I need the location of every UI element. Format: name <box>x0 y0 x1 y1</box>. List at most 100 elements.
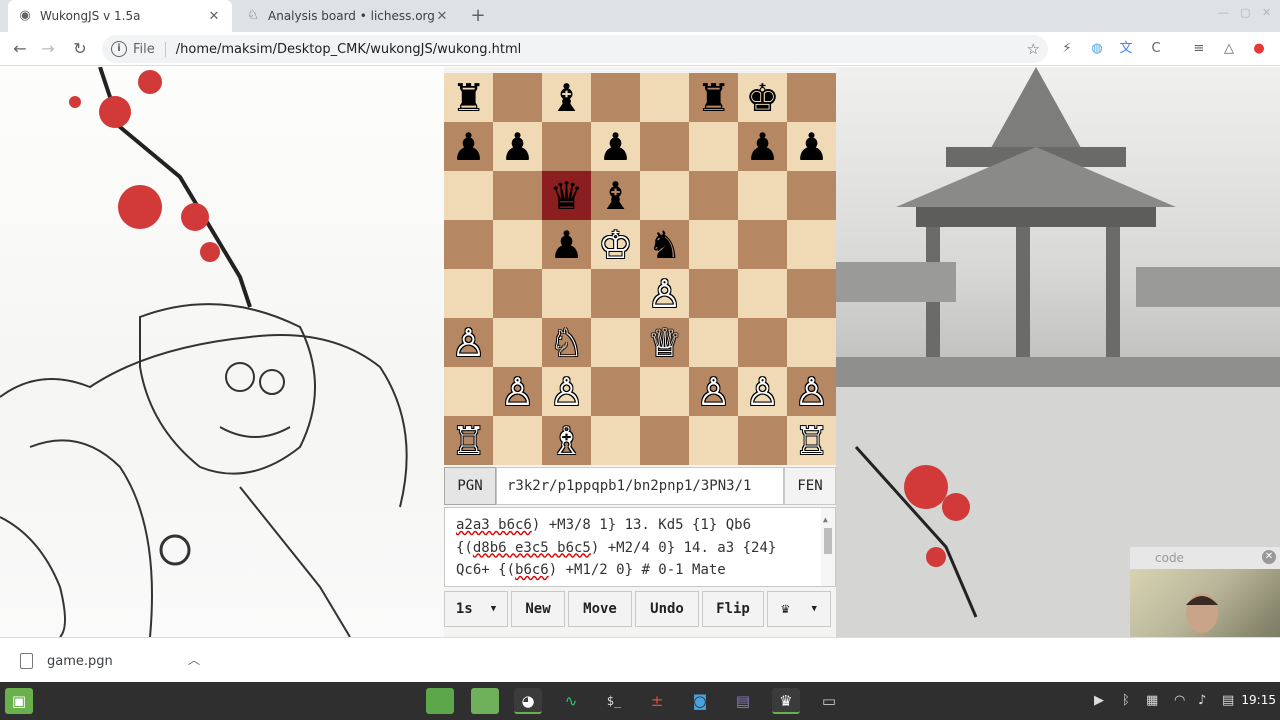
square-h4[interactable] <box>787 269 836 318</box>
square-h8[interactable] <box>787 73 836 122</box>
square-c8[interactable]: ♝ <box>542 73 591 122</box>
square-g2[interactable]: ♙ <box>738 367 787 416</box>
clipboard-icon[interactable]: ▤ <box>1222 693 1234 708</box>
piece-a3[interactable]: ♙ <box>451 324 485 362</box>
square-c4[interactable] <box>542 269 591 318</box>
square-e2[interactable] <box>640 367 689 416</box>
piece-h7[interactable]: ♟ <box>794 128 828 166</box>
chess-app-icon[interactable]: ♛ <box>772 688 800 714</box>
piece-g7[interactable]: ♟ <box>745 128 779 166</box>
piece-c3[interactable]: ♘ <box>549 324 583 362</box>
chess-board[interactable]: ♜ ♝ ♜ ♚ ♟ ♟ ♟ ♟ ♟ ♛ ♝ ♟ ♔ ♞ ♙ ♙ ♘ ♕ ♙ ♙ ♙ ♙ ♙ ♖ ♗ ♖ <box>444 73 836 465</box>
piece-c1[interactable]: ♗ <box>549 422 583 460</box>
square-e8[interactable] <box>640 73 689 122</box>
piece-e4[interactable]: ♙ <box>647 275 681 313</box>
square-c3[interactable]: ♘ <box>542 318 591 367</box>
piece-h1[interactable]: ♖ <box>794 422 828 460</box>
square-e7[interactable] <box>640 122 689 171</box>
square-h3[interactable] <box>787 318 836 367</box>
bluetooth-icon[interactable]: ᛒ <box>1122 693 1130 708</box>
undo-button[interactable]: Undo <box>635 591 699 627</box>
square-b6[interactable] <box>493 171 542 220</box>
square-e1[interactable] <box>640 416 689 465</box>
piece-c2[interactable]: ♙ <box>549 373 583 411</box>
square-a1[interactable]: ♖ <box>444 416 493 465</box>
new-button[interactable]: New <box>511 591 565 627</box>
square-h1[interactable]: ♖ <box>787 416 836 465</box>
info-icon[interactable]: i <box>111 41 127 57</box>
maximize-icon[interactable]: ▢ <box>1240 6 1250 19</box>
square-a7[interactable]: ♟ <box>444 122 493 171</box>
square-f5[interactable] <box>689 220 738 269</box>
tab-wukongjs[interactable]: ◉ WukongJS v 1.5a ✕ <box>8 0 232 32</box>
flip-button[interactable]: Flip <box>702 591 764 627</box>
extension-bolt-icon[interactable]: ⚡ <box>1058 40 1076 58</box>
square-e3[interactable]: ♕ <box>640 318 689 367</box>
square-g1[interactable] <box>738 416 787 465</box>
piece-e3[interactable]: ♕ <box>647 324 681 362</box>
reload-icon[interactable]: ↻ <box>68 37 92 61</box>
piece-b2[interactable]: ♙ <box>500 373 534 411</box>
square-a8[interactable]: ♜ <box>444 73 493 122</box>
back-icon[interactable]: ← <box>8 37 32 61</box>
tab-lichess[interactable]: ♘ Analysis board • lichess.org ✕ <box>236 0 460 32</box>
square-f7[interactable] <box>689 122 738 171</box>
square-c6[interactable]: ♛ <box>542 171 591 220</box>
terminal-icon[interactable]: $_ <box>600 688 628 714</box>
piece-c8[interactable]: ♝ <box>549 79 583 117</box>
square-g6[interactable] <box>738 171 787 220</box>
piece-a8[interactable]: ♜ <box>451 79 485 117</box>
square-f8[interactable]: ♜ <box>689 73 738 122</box>
square-g8[interactable]: ♚ <box>738 73 787 122</box>
square-d8[interactable] <box>591 73 640 122</box>
scroll-thumb[interactable] <box>824 528 832 554</box>
promotion-piece-select[interactable]: ♛ ▼ <box>767 591 831 627</box>
close-icon[interactable]: ✕ <box>434 9 450 24</box>
pgn-button[interactable]: PGN <box>444 467 496 505</box>
calculator-icon[interactable]: ± <box>643 688 671 714</box>
new-tab-button[interactable]: + <box>466 4 490 28</box>
square-f2[interactable]: ♙ <box>689 367 738 416</box>
square-g5[interactable] <box>738 220 787 269</box>
square-d4[interactable] <box>591 269 640 318</box>
extension-red-icon[interactable]: ● <box>1250 40 1268 58</box>
square-c7[interactable] <box>542 122 591 171</box>
move-button[interactable]: Move <box>568 591 632 627</box>
fen-input[interactable]: r3k2r/p1ppqpb1/bn2pnp1/3PN3/1 <box>496 467 784 505</box>
square-b5[interactable] <box>493 220 542 269</box>
window-close-icon[interactable]: ✕ <box>1262 6 1271 19</box>
piece-e5[interactable]: ♞ <box>647 226 681 264</box>
camera-icon[interactable]: ▶ <box>1094 693 1104 708</box>
square-c1[interactable]: ♗ <box>542 416 591 465</box>
time-select[interactable]: 1s ▼ <box>444 591 508 627</box>
address-bar[interactable]: i File /home/maksim/Desktop_CMK/wukongJS… <box>102 35 1048 63</box>
square-e5[interactable]: ♞ <box>640 220 689 269</box>
square-g7[interactable]: ♟ <box>738 122 787 171</box>
text-editor-icon[interactable]: ▤ <box>729 688 757 714</box>
square-e6[interactable] <box>640 171 689 220</box>
chevron-up-icon[interactable]: ︿ <box>188 651 200 668</box>
wifi-icon[interactable]: ◠ <box>1174 693 1185 708</box>
files-icon[interactable] <box>471 688 499 714</box>
screenshot-icon[interactable]: ◙ <box>686 688 714 714</box>
pgn-textarea[interactable]: a2a3 b6c6) +M3/8 1} 13. Kd5 {1} Qb6 {(d8… <box>444 507 836 587</box>
pgn-scrollbar[interactable]: ▲ <box>821 508 835 586</box>
square-b2[interactable]: ♙ <box>493 367 542 416</box>
square-h7[interactable]: ♟ <box>787 122 836 171</box>
system-monitor-icon[interactable]: ∿ <box>557 688 585 714</box>
piece-d7[interactable]: ♟ <box>598 128 632 166</box>
square-b3[interactable] <box>493 318 542 367</box>
piece-f2[interactable]: ♙ <box>696 373 730 411</box>
square-a5[interactable] <box>444 220 493 269</box>
square-h2[interactable]: ♙ <box>787 367 836 416</box>
square-c5[interactable]: ♟ <box>542 220 591 269</box>
piece-c6[interactable]: ♛ <box>549 177 583 215</box>
square-f1[interactable] <box>689 416 738 465</box>
square-d5[interactable]: ♔ <box>591 220 640 269</box>
minimize-icon[interactable]: — <box>1218 6 1229 19</box>
bookmark-star-icon[interactable]: ☆ <box>1027 40 1040 58</box>
piece-h2[interactable]: ♙ <box>794 373 828 411</box>
square-d1[interactable] <box>591 416 640 465</box>
square-c2[interactable]: ♙ <box>542 367 591 416</box>
show-desktop-icon[interactable] <box>426 688 454 714</box>
